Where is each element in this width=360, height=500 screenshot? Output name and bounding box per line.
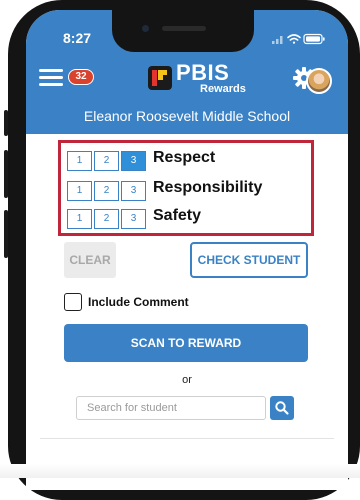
- app-screen: 8:27 32 PBIS Rewards Eleanor Roosevelt M…: [26, 10, 348, 490]
- volume-down-button: [4, 210, 8, 258]
- scan-to-reward-button[interactable]: SCAN TO REWARD: [64, 324, 308, 362]
- category-label-responsibility: Responsibility: [153, 179, 263, 196]
- clear-button[interactable]: CLEAR: [64, 242, 116, 278]
- behavior-rating-panel: 1 2 3 Respect 1 2 3 Responsibility 1 2 3…: [58, 140, 314, 236]
- side-button: [4, 110, 8, 136]
- avatar[interactable]: [306, 68, 332, 94]
- include-comment-label[interactable]: Include Comment: [88, 295, 189, 309]
- check-student-button[interactable]: CHECK STUDENT: [190, 242, 308, 278]
- menu-icon[interactable]: [39, 69, 63, 87]
- status-icons-svg: [272, 33, 325, 45]
- rating-respect-1[interactable]: 1: [67, 151, 92, 171]
- status-time: 8:27: [63, 30, 92, 46]
- volume-up-button: [4, 150, 8, 198]
- school-name: Eleanor Roosevelt Middle School: [26, 98, 348, 134]
- rating-safety-2[interactable]: 2: [94, 209, 119, 229]
- category-label-safety: Safety: [153, 207, 202, 224]
- wifi-icon: [287, 34, 301, 44]
- notification-badge[interactable]: 32: [68, 69, 94, 85]
- status-icons: [272, 32, 326, 45]
- rating-responsibility-2[interactable]: 2: [94, 181, 119, 201]
- speaker: [162, 26, 206, 31]
- pbis-logo: PBIS Rewards: [148, 62, 248, 96]
- camera: [142, 25, 149, 32]
- search-button[interactable]: [270, 396, 294, 420]
- category-label-respect: Respect: [153, 149, 216, 166]
- rating-respect-2[interactable]: 2: [94, 151, 119, 171]
- search-icon: [275, 401, 289, 415]
- rating-safety-3[interactable]: 3: [121, 209, 146, 229]
- rating-safety-1[interactable]: 1: [67, 209, 92, 229]
- phone-notch: [112, 10, 254, 52]
- include-comment-checkbox[interactable]: [64, 293, 82, 311]
- logo-title: PBIS: [176, 60, 230, 85]
- signal-icon: [272, 36, 283, 44]
- divider: [40, 438, 334, 439]
- logo-mark-icon: [148, 66, 172, 90]
- battery-icon: [303, 33, 325, 45]
- rating-responsibility-1[interactable]: 1: [67, 181, 92, 201]
- search-input[interactable]: [76, 396, 266, 420]
- rating-respect-3[interactable]: 3: [121, 151, 146, 171]
- rating-responsibility-3[interactable]: 3: [121, 181, 146, 201]
- page-bottom-edge: [0, 464, 360, 478]
- logo-subtitle: Rewards: [200, 83, 246, 95]
- or-separator: or: [182, 374, 192, 386]
